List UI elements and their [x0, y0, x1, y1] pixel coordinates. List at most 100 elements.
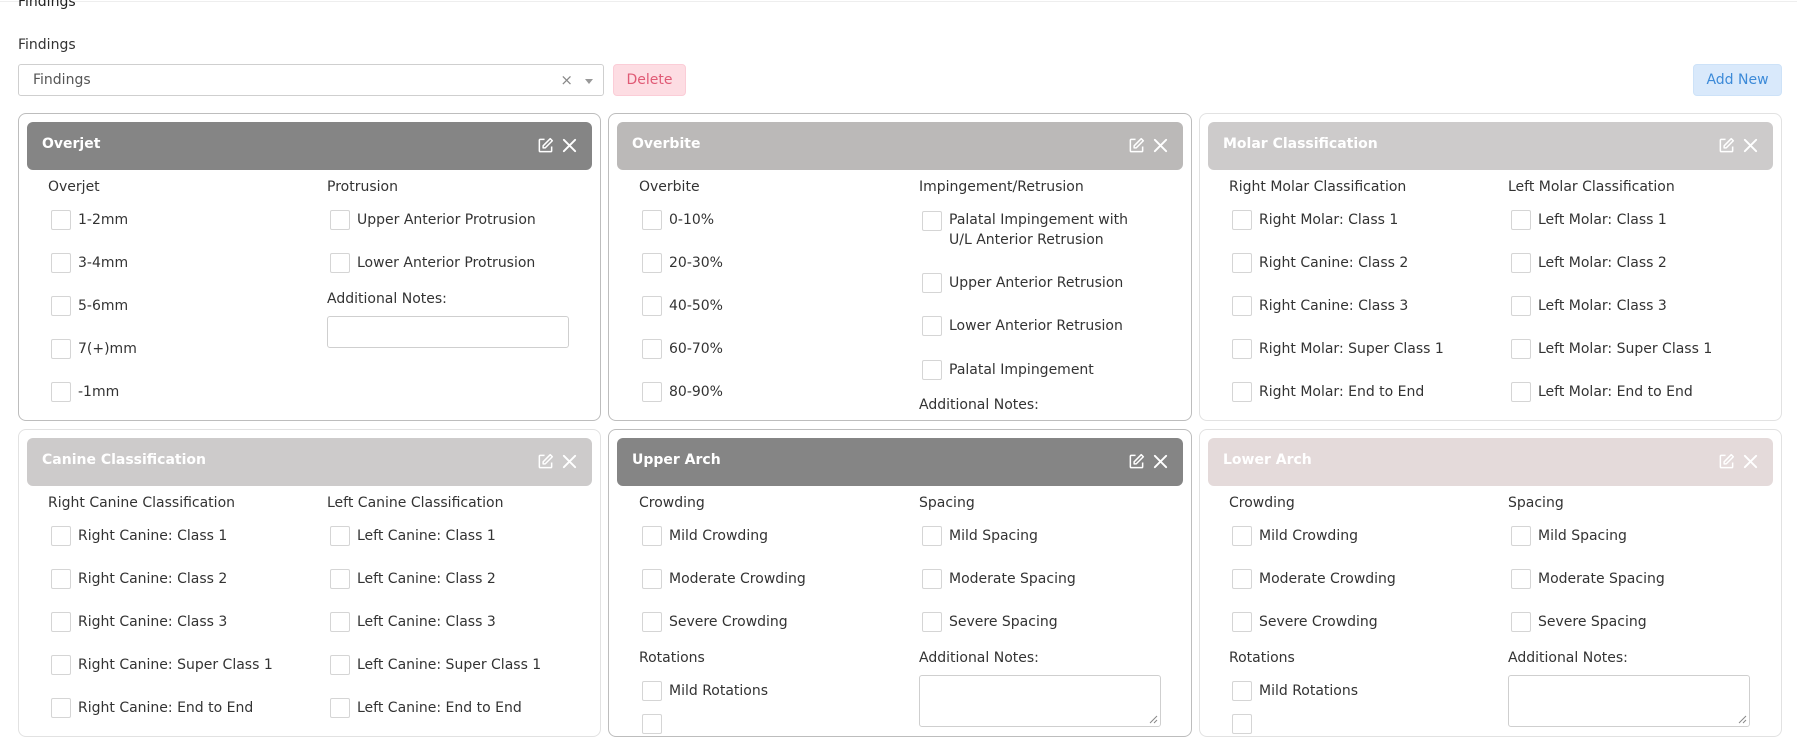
checkbox[interactable]	[1511, 210, 1531, 230]
close-icon[interactable]	[1742, 137, 1759, 154]
checkbox[interactable]	[1232, 382, 1252, 402]
checkbox[interactable]	[330, 253, 350, 273]
edit-icon[interactable]	[537, 453, 554, 470]
option-right-canine-class-3[interactable]: Right Canine: Class 3	[48, 612, 318, 632]
close-icon[interactable]	[1152, 453, 1169, 470]
option-severe-crowding[interactable]: Severe Crowding	[639, 612, 909, 632]
notes-textarea[interactable]	[1508, 675, 1750, 727]
checkbox[interactable]	[922, 526, 942, 546]
option-right-canine-class-3[interactable]: Right Canine: Class 3	[1229, 296, 1499, 316]
checkbox[interactable]	[1511, 526, 1531, 546]
option-left-canine-end-to-end[interactable]: Left Canine: End to End	[327, 698, 597, 718]
option-moderate-crowding[interactable]: Moderate Crowding	[639, 569, 909, 589]
checkbox[interactable]	[642, 339, 662, 359]
option-mild-crowding[interactable]: Mild Crowding	[639, 526, 909, 546]
option-mild-crowding[interactable]: Mild Crowding	[1229, 526, 1499, 546]
notes-textarea[interactable]	[919, 675, 1161, 727]
checkbox[interactable]	[330, 698, 350, 718]
checkbox[interactable]	[642, 612, 662, 632]
checkbox[interactable]	[51, 698, 71, 718]
checkbox[interactable]	[330, 569, 350, 589]
checkbox[interactable]	[1232, 681, 1252, 701]
close-icon[interactable]	[1152, 137, 1169, 154]
option-left-canine-super-class-1[interactable]: Left Canine: Super Class 1	[327, 655, 597, 675]
checkbox[interactable]	[1232, 253, 1252, 273]
close-icon[interactable]	[1742, 453, 1759, 470]
checkbox[interactable]	[642, 210, 662, 230]
option-left-molar-class-3[interactable]: Left Molar: Class 3	[1508, 296, 1778, 316]
option-upper-anterior-protrusion[interactable]: Upper Anterior Protrusion	[327, 210, 597, 230]
add-new-button[interactable]: Add New	[1693, 64, 1782, 96]
option-mild-spacing[interactable]: Mild Spacing	[919, 526, 1189, 546]
option-overjet-5-6mm[interactable]: 5-6mm	[48, 296, 318, 316]
option-moderate-spacing[interactable]: Moderate Spacing	[1508, 569, 1778, 589]
option-overbite-20-30[interactable]: 20-30%	[639, 253, 909, 273]
option-upper-anterior-retrusion[interactable]: Upper Anterior Retrusion	[919, 273, 1151, 293]
edit-icon[interactable]	[537, 137, 554, 154]
option-left-molar-end-to-end[interactable]: Left Molar: End to End	[1508, 382, 1778, 402]
checkbox[interactable]	[1511, 382, 1531, 402]
checkbox[interactable]	[51, 655, 71, 675]
checkbox[interactable]	[1511, 339, 1531, 359]
option-left-molar-class-1[interactable]: Left Molar: Class 1	[1508, 210, 1778, 230]
edit-icon[interactable]	[1128, 453, 1145, 470]
checkbox[interactable]	[1511, 253, 1531, 273]
option-overbite-80-90[interactable]: 80-90%	[639, 382, 909, 402]
checkbox[interactable]	[642, 296, 662, 316]
option-lower-anterior-protrusion[interactable]: Lower Anterior Protrusion	[327, 253, 597, 273]
checkbox[interactable]	[1232, 526, 1252, 546]
close-icon[interactable]	[561, 137, 578, 154]
option-moderate-crowding[interactable]: Moderate Crowding	[1229, 569, 1499, 589]
option-overbite-40-50[interactable]: 40-50%	[639, 296, 909, 316]
option-severe-spacing[interactable]: Severe Spacing	[919, 612, 1189, 632]
checkbox[interactable]	[51, 526, 71, 546]
checkbox[interactable]	[642, 569, 662, 589]
option-overjet-minus-1mm[interactable]: -1mm	[48, 382, 318, 402]
option-overbite-60-70[interactable]: 60-70%	[639, 339, 909, 359]
option-left-canine-class-2[interactable]: Left Canine: Class 2	[327, 569, 597, 589]
option-mild-spacing[interactable]: Mild Spacing	[1508, 526, 1778, 546]
checkbox[interactable]	[642, 253, 662, 273]
option-palatal-impingement[interactable]: Palatal Impingement	[919, 360, 1151, 380]
checkbox[interactable]	[922, 360, 942, 380]
findings-select[interactable]: Findings ×	[18, 64, 604, 96]
option-right-canine-class-1[interactable]: Right Canine: Class 1	[48, 526, 318, 546]
checkbox[interactable]	[51, 569, 71, 589]
checkbox[interactable]	[642, 714, 662, 734]
option-left-canine-class-3[interactable]: Left Canine: Class 3	[327, 612, 597, 632]
option-overjet-7plus-mm[interactable]: 7(+)mm	[48, 339, 318, 359]
option-left-molar-super-class-1[interactable]: Left Molar: Super Class 1	[1508, 339, 1778, 359]
checkbox[interactable]	[642, 526, 662, 546]
chevron-down-icon[interactable]	[585, 79, 593, 84]
edit-icon[interactable]	[1718, 453, 1735, 470]
option-palatal-impingement-with-retrusion[interactable]: Palatal Impingement with U/L Anterior Re…	[919, 210, 1151, 250]
option-mild-rotations[interactable]: Mild Rotations	[1229, 681, 1499, 701]
checkbox[interactable]	[51, 382, 71, 402]
checkbox[interactable]	[1511, 296, 1531, 316]
resize-grip-icon[interactable]	[1738, 715, 1747, 724]
checkbox[interactable]	[51, 339, 71, 359]
option-overbite-0-10[interactable]: 0-10%	[639, 210, 909, 230]
checkbox[interactable]	[330, 655, 350, 675]
checkbox[interactable]	[330, 612, 350, 632]
checkbox[interactable]	[51, 296, 71, 316]
option-right-molar-super-class-1[interactable]: Right Molar: Super Class 1	[1229, 339, 1499, 359]
option-right-canine-class-2[interactable]: Right Canine: Class 2	[1229, 253, 1499, 273]
checkbox[interactable]	[1511, 612, 1531, 632]
checkbox[interactable]	[51, 210, 71, 230]
option-right-canine-end-to-end[interactable]: Right Canine: End to End	[48, 698, 318, 718]
checkbox[interactable]	[330, 210, 350, 230]
close-icon[interactable]	[561, 453, 578, 470]
checkbox[interactable]	[1232, 210, 1252, 230]
option-left-molar-class-2[interactable]: Left Molar: Class 2	[1508, 253, 1778, 273]
checkbox[interactable]	[1232, 339, 1252, 359]
checkbox[interactable]	[330, 526, 350, 546]
checkbox[interactable]	[1232, 296, 1252, 316]
edit-icon[interactable]	[1718, 137, 1735, 154]
option-right-canine-class-2[interactable]: Right Canine: Class 2	[48, 569, 318, 589]
option-right-canine-super-class-1[interactable]: Right Canine: Super Class 1	[48, 655, 318, 675]
option-severe-spacing[interactable]: Severe Spacing	[1508, 612, 1778, 632]
checkbox[interactable]	[922, 612, 942, 632]
checkbox[interactable]	[51, 612, 71, 632]
checkbox[interactable]	[922, 569, 942, 589]
